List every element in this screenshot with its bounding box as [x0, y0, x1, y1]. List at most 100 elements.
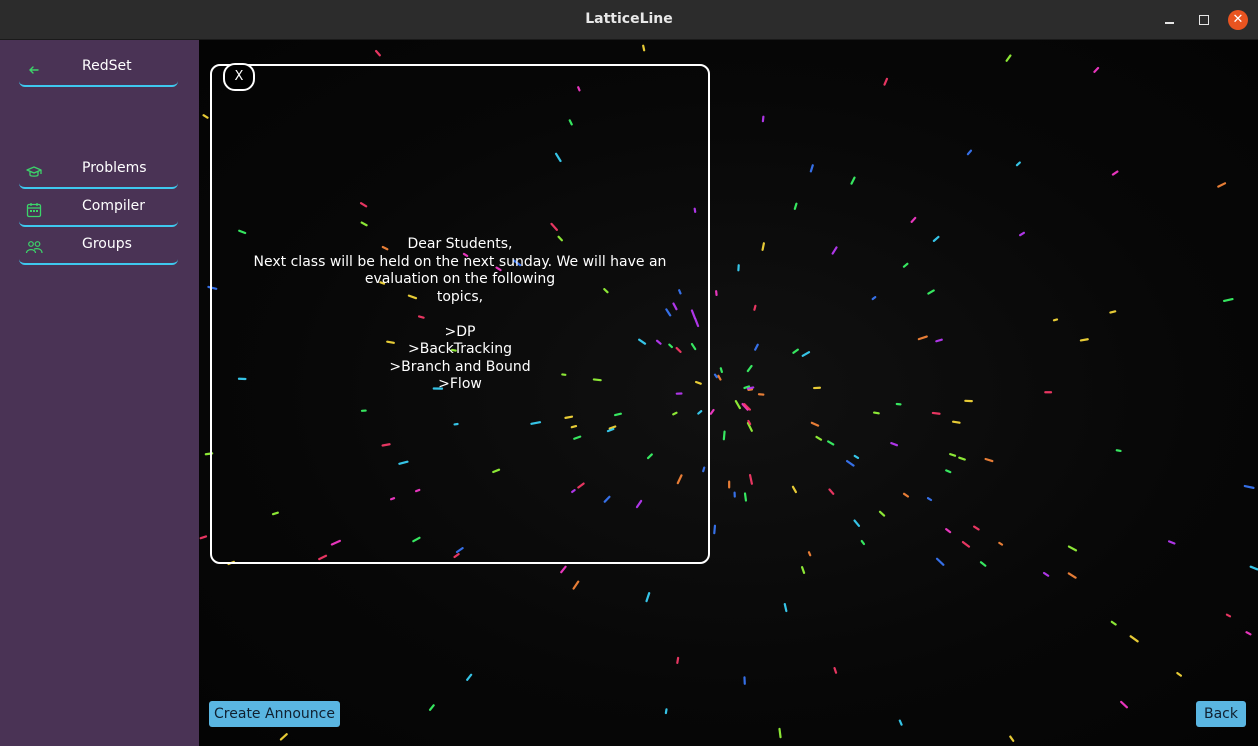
star-particle: [828, 488, 835, 495]
star-particle: [734, 400, 741, 410]
calendar-icon: [26, 203, 42, 218]
star-particle: [1109, 310, 1117, 314]
star-particle: [917, 335, 928, 341]
star-particle: [1243, 484, 1255, 489]
star-particle: [791, 485, 798, 494]
star-particle: [713, 373, 718, 379]
star-particle: [743, 492, 748, 502]
star-particle: [1245, 631, 1252, 636]
star-particle: [1249, 565, 1258, 571]
star-particle: [800, 566, 806, 574]
star-particle: [952, 420, 961, 424]
maximize-icon: [1199, 15, 1209, 25]
star-particle: [932, 235, 940, 242]
main-panel: X Dear Students, Next class will be held…: [199, 40, 1258, 746]
star-particle: [792, 348, 799, 354]
star-particle: [853, 519, 861, 527]
star-particle: [961, 540, 971, 548]
star-particle: [853, 454, 860, 459]
sidebar-back-redset[interactable]: RedSet: [19, 55, 178, 87]
close-icon: ✕: [1232, 12, 1244, 27]
star-particle: [783, 603, 788, 613]
star-particle: [902, 492, 910, 498]
minimize-icon: [1165, 22, 1174, 24]
star-particle: [748, 473, 753, 485]
star-particle: [466, 673, 473, 681]
star-particle: [927, 289, 935, 295]
announcement-text: Dear Students, Next class will be held o…: [253, 236, 667, 392]
star-particle: [1019, 231, 1026, 237]
star-particle: [746, 386, 755, 390]
star-particle: [1225, 613, 1232, 618]
star-particle: [199, 535, 208, 540]
star-particle: [871, 296, 877, 301]
star-particle: [778, 727, 782, 739]
sidebar-item-label: Problems: [82, 160, 147, 176]
star-particle: [645, 592, 651, 603]
star-particle: [935, 557, 945, 566]
star-particle: [1067, 545, 1078, 552]
star-particle: [949, 453, 957, 457]
star-particle: [931, 411, 941, 415]
title-bar: LatticeLine ✕: [0, 0, 1258, 40]
sidebar-item-compiler[interactable]: Compiler: [19, 195, 178, 227]
star-particle: [1009, 735, 1015, 742]
close-announcement-button[interactable]: X: [223, 63, 255, 91]
star-particle: [898, 719, 903, 726]
sidebar-item-problems[interactable]: Problems: [19, 157, 178, 189]
star-particle: [1120, 700, 1129, 709]
close-window-button[interactable]: ✕: [1228, 10, 1248, 30]
star-particle: [713, 524, 717, 535]
star-particle: [815, 435, 823, 441]
graduation-cap-icon: [26, 166, 42, 177]
star-particle: [831, 246, 838, 255]
star-particle: [850, 176, 856, 185]
star-particle: [1115, 449, 1122, 453]
star-particle: [1067, 572, 1077, 579]
star-particle: [945, 528, 952, 534]
star-particle: [793, 202, 798, 210]
star-particle: [846, 459, 855, 467]
star-particle: [973, 525, 980, 531]
star-particle: [753, 304, 757, 311]
star-particle: [722, 430, 726, 441]
back-button[interactable]: Back: [1196, 701, 1246, 727]
star-particle: [902, 262, 909, 268]
star-particle: [1110, 620, 1117, 626]
maximize-button[interactable]: [1194, 10, 1214, 30]
star-particle: [279, 733, 288, 741]
star-particle: [642, 44, 646, 52]
star-particle: [833, 666, 838, 674]
star-particle: [883, 77, 889, 86]
star-particle: [709, 408, 715, 415]
star-particle: [560, 565, 567, 574]
star-particle: [979, 561, 987, 567]
star-particle: [1042, 571, 1050, 577]
star-particle: [890, 442, 899, 447]
star-particle: [984, 457, 994, 463]
star-particle: [1052, 318, 1059, 322]
minimize-button[interactable]: [1160, 10, 1180, 30]
star-particle: [860, 539, 866, 546]
create-announce-button[interactable]: Create Announce: [209, 701, 340, 727]
announcement-card: X Dear Students, Next class will be held…: [210, 63, 710, 564]
star-particle: [966, 149, 973, 156]
sidebar-header-label: RedSet: [82, 58, 132, 74]
star-particle: [807, 551, 812, 557]
star-particle: [1176, 671, 1182, 677]
star-particle: [1111, 170, 1119, 176]
star-particle: [1005, 54, 1012, 62]
star-particle: [945, 469, 952, 474]
window-title: LatticeLine: [585, 11, 673, 27]
star-particle: [910, 216, 917, 223]
star-particle: [1222, 298, 1234, 303]
star-particle: [1093, 66, 1100, 73]
star-particle: [1217, 182, 1227, 188]
app-window: LatticeLine ✕ RedSet Problems Compiler G…: [0, 0, 1258, 746]
sidebar-item-groups[interactable]: Groups: [19, 233, 178, 265]
people-icon: [25, 241, 43, 254]
sidebar-item-label: Groups: [82, 236, 132, 252]
star-particle: [926, 497, 933, 502]
star-particle: [809, 164, 814, 173]
star-particle: [664, 708, 668, 715]
